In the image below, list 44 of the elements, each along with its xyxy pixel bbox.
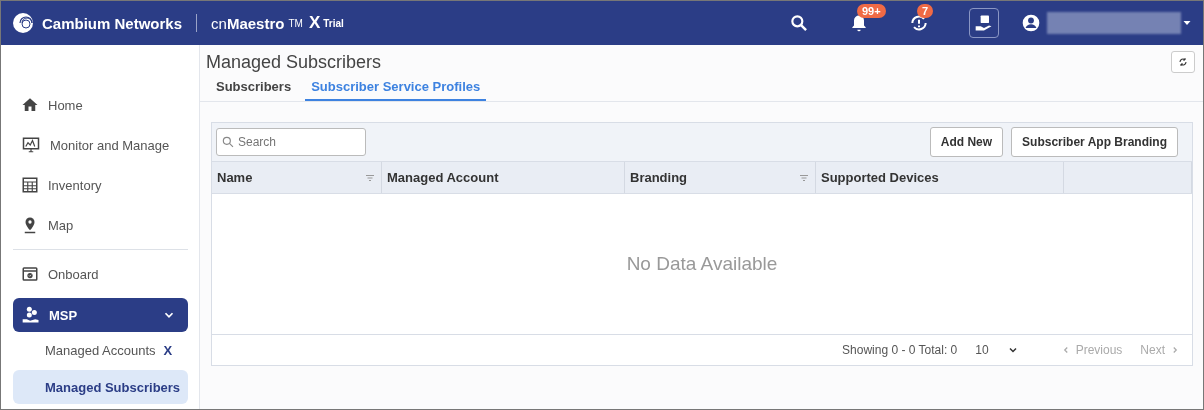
refresh-button[interactable] (1171, 51, 1195, 73)
edition-label: X (308, 13, 321, 33)
table-icon (21, 176, 39, 194)
nav-subitem[interactable]: Managed Subscribers (13, 370, 188, 404)
search-icon (221, 135, 235, 149)
onboard-icon (21, 265, 39, 283)
bell-icon (849, 13, 869, 33)
nav-item[interactable]: Inventory (48, 177, 102, 193)
tab[interactable]: Subscriber Service Profiles (305, 77, 487, 101)
page-title: Managed Subscribers (206, 51, 383, 73)
hand-box-button[interactable] (969, 8, 999, 38)
user-icon (1021, 13, 1041, 33)
column-header[interactable]: Branding (625, 162, 816, 193)
action-button[interactable]: Add New (929, 127, 1004, 157)
empty-message: No Data Available (626, 253, 778, 275)
column-header[interactable]: Supported Devices (816, 162, 1064, 193)
nav-item[interactable]: Onboard (48, 266, 99, 282)
trademark-mark: TM (288, 17, 303, 29)
nav-item[interactable]: Monitor and Manage (50, 137, 170, 153)
nav-item[interactable]: Home (48, 97, 83, 113)
cambium-logo-icon (11, 11, 35, 35)
action-button[interactable]: Subscriber App Branding (1011, 127, 1178, 157)
search-field[interactable]: Search (216, 128, 366, 156)
pagination-summary: Showing 0 - 0 Total: 0 (842, 343, 958, 357)
nav-subitem[interactable]: Managed Accounts (45, 342, 156, 358)
brand-name: Cambium Networks (42, 14, 183, 32)
tab[interactable]: Subscribers (210, 77, 298, 101)
home-icon (21, 96, 39, 114)
alarm-icon (909, 13, 929, 33)
monitor-icon (21, 136, 41, 154)
search-icon (789, 13, 809, 33)
column-header[interactable]: Name (212, 162, 382, 193)
page-size-select[interactable]: 10 (975, 343, 1019, 357)
refresh-icon (1177, 56, 1189, 68)
people-hand-icon (21, 305, 41, 325)
nav-item[interactable]: Map (48, 217, 74, 233)
column-header[interactable]: Managed Account (382, 162, 625, 193)
product-name: cnMaestro (211, 14, 285, 32)
x-mark: X (163, 342, 173, 358)
notification-badge: 7 (917, 4, 934, 18)
nav-item[interactable]: MSP (13, 298, 188, 332)
hand-box-icon (974, 13, 994, 33)
notification-badge: 99+ (857, 4, 886, 18)
trial-label: Trial (323, 17, 344, 29)
